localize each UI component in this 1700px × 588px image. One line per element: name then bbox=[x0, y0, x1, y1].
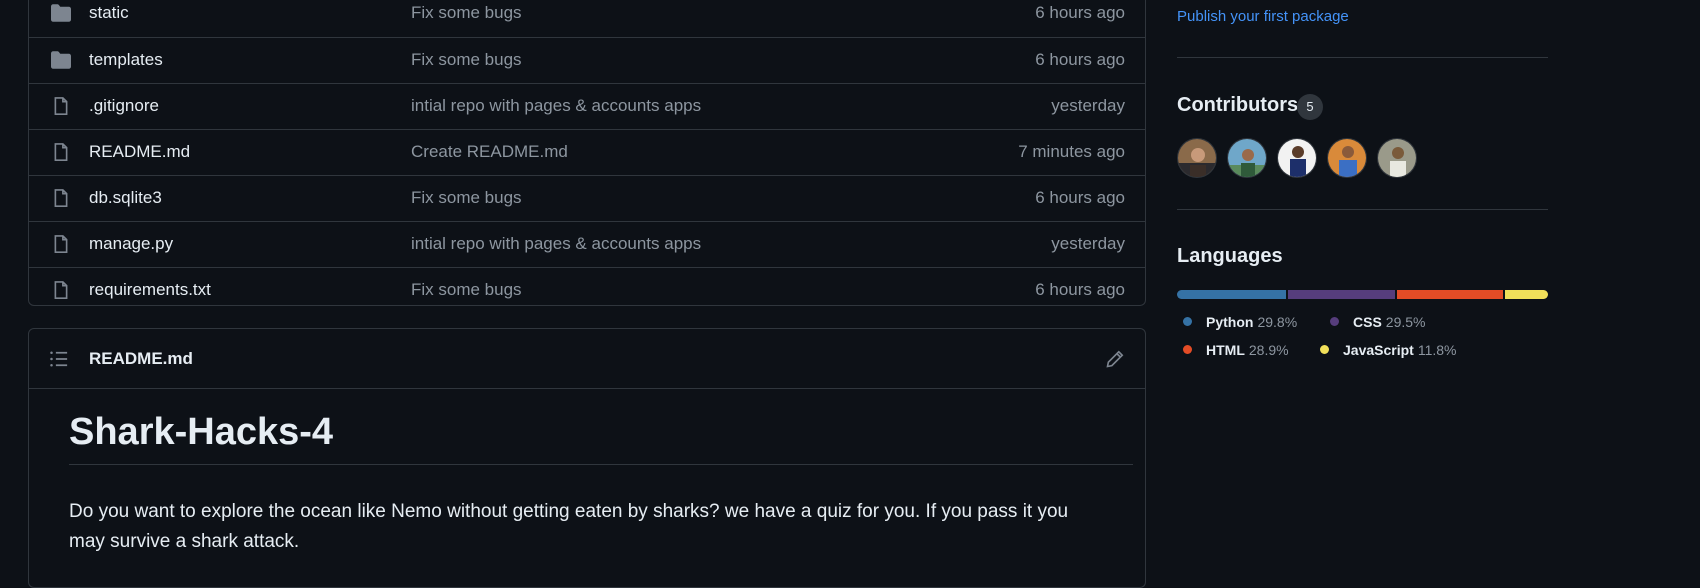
file-name-link[interactable]: README.md bbox=[89, 142, 190, 162]
file-list: static Fix some bugs 6 hours ago templat… bbox=[28, 0, 1146, 306]
file-name-link[interactable]: .gitignore bbox=[89, 96, 159, 116]
commit-date: 6 hours ago bbox=[1035, 50, 1125, 69]
file-icon bbox=[54, 143, 68, 161]
contributors-count-badge: 5 bbox=[1297, 94, 1323, 120]
commit-date: yesterday bbox=[1051, 96, 1125, 115]
commit-message-link[interactable]: intial repo with pages & accounts apps bbox=[411, 96, 701, 116]
language-name: HTML bbox=[1206, 342, 1245, 358]
avatar[interactable] bbox=[1327, 138, 1367, 178]
languages-heading: Languages bbox=[1177, 245, 1283, 267]
file-icon bbox=[54, 235, 68, 253]
file-row[interactable]: db.sqlite3 Fix some bugs 6 hours ago bbox=[29, 175, 1145, 221]
language-percent: 29.5% bbox=[1385, 314, 1426, 330]
commit-message-link[interactable]: Fix some bugs bbox=[411, 50, 522, 70]
file-name-link[interactable]: requirements.txt bbox=[89, 280, 211, 300]
language-percent: 29.8% bbox=[1257, 314, 1298, 330]
folder-icon bbox=[51, 4, 71, 22]
file-icon bbox=[54, 97, 68, 115]
commit-date: 7 minutes ago bbox=[1018, 142, 1125, 161]
language-item-javascript[interactable]: JavaScript 11.8% bbox=[1320, 342, 1457, 358]
avatar[interactable] bbox=[1377, 138, 1417, 178]
readme-filename: README.md bbox=[89, 349, 193, 368]
divider bbox=[1177, 209, 1548, 210]
language-name: CSS bbox=[1353, 314, 1382, 330]
language-color-dot bbox=[1320, 345, 1329, 354]
language-segment-javascript[interactable] bbox=[1504, 290, 1548, 299]
avatar[interactable] bbox=[1227, 138, 1267, 178]
divider bbox=[1177, 57, 1548, 58]
language-color-dot bbox=[1183, 317, 1192, 326]
contributors-heading[interactable]: Contributors bbox=[1177, 94, 1298, 117]
language-percent: 28.9% bbox=[1248, 342, 1289, 358]
file-name-link[interactable]: static bbox=[89, 3, 129, 23]
commit-date: yesterday bbox=[1051, 234, 1125, 253]
file-name-link[interactable]: manage.py bbox=[89, 234, 173, 254]
avatar[interactable] bbox=[1277, 138, 1317, 178]
file-row[interactable]: requirements.txt Fix some bugs 6 hours a… bbox=[29, 267, 1145, 313]
file-row[interactable]: README.md Create README.md 7 minutes ago bbox=[29, 129, 1145, 175]
language-name: Python bbox=[1206, 314, 1254, 330]
commit-date: 6 hours ago bbox=[1035, 280, 1125, 299]
pencil-icon[interactable] bbox=[1105, 349, 1125, 369]
commit-message-link[interactable]: intial repo with pages & accounts apps bbox=[411, 234, 701, 254]
list-unordered-icon[interactable] bbox=[49, 349, 69, 369]
language-segment-html[interactable] bbox=[1397, 290, 1503, 299]
folder-icon bbox=[51, 51, 71, 69]
language-item-python[interactable]: Python 29.8% bbox=[1183, 314, 1297, 330]
file-row[interactable]: manage.py intial repo with pages & accou… bbox=[29, 221, 1145, 267]
file-name-link[interactable]: templates bbox=[89, 50, 163, 70]
language-segment-python[interactable] bbox=[1177, 290, 1286, 299]
commit-message-link[interactable]: Create README.md bbox=[411, 142, 568, 162]
file-row[interactable]: static Fix some bugs 6 hours ago bbox=[29, 0, 1145, 37]
language-color-dot bbox=[1183, 345, 1192, 354]
languages-bar bbox=[1177, 290, 1548, 299]
file-icon bbox=[54, 189, 68, 207]
readme-header: README.md bbox=[29, 329, 1145, 389]
publish-package-link[interactable]: Publish your first package bbox=[1177, 8, 1349, 25]
commit-date: 6 hours ago bbox=[1035, 3, 1125, 22]
language-item-html[interactable]: HTML 28.9% bbox=[1183, 342, 1289, 358]
commit-date: 6 hours ago bbox=[1035, 188, 1125, 207]
file-name-link[interactable]: db.sqlite3 bbox=[89, 188, 162, 208]
readme-panel: README.md Shark-Hacks-4 Do you want to e… bbox=[28, 328, 1146, 588]
readme-paragraph: Do you want to explore the ocean like Ne… bbox=[69, 501, 1069, 552]
file-row[interactable]: templates Fix some bugs 6 hours ago bbox=[29, 37, 1145, 83]
language-segment-css[interactable] bbox=[1287, 290, 1396, 299]
file-row[interactable]: .gitignore intial repo with pages & acco… bbox=[29, 83, 1145, 129]
commit-message-link[interactable]: Fix some bugs bbox=[411, 280, 522, 300]
commit-message-link[interactable]: Fix some bugs bbox=[411, 188, 522, 208]
avatar[interactable] bbox=[1177, 138, 1217, 178]
file-icon bbox=[54, 281, 68, 299]
language-percent: 11.8% bbox=[1417, 342, 1457, 358]
language-color-dot bbox=[1330, 317, 1339, 326]
language-item-css[interactable]: CSS 29.5% bbox=[1330, 314, 1426, 330]
language-name: JavaScript bbox=[1343, 342, 1414, 358]
commit-message-link[interactable]: Fix some bugs bbox=[411, 3, 522, 23]
readme-heading: Shark-Hacks-4 bbox=[69, 411, 1133, 465]
